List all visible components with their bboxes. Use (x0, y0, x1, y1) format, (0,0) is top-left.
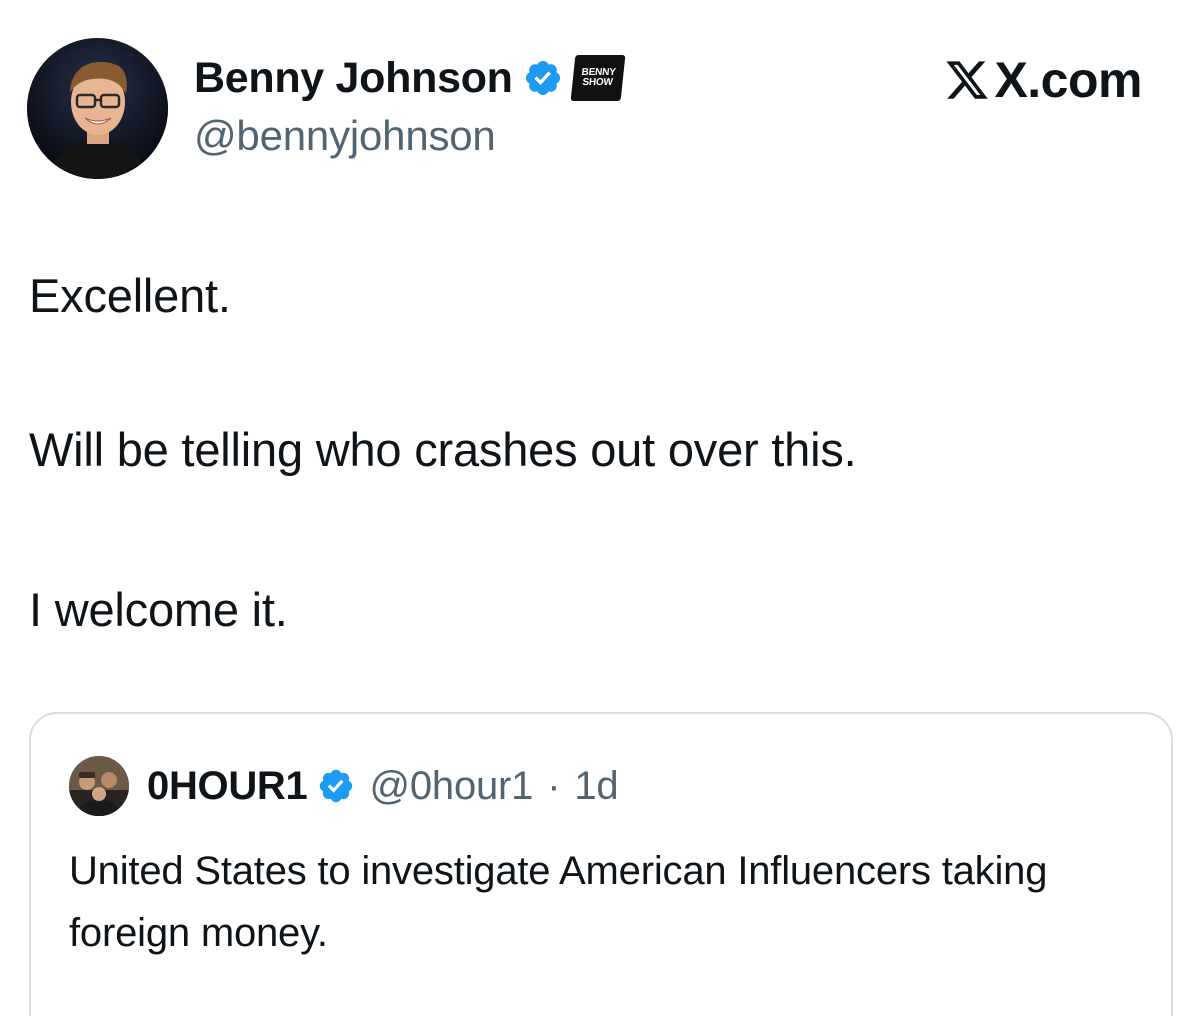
tweet-text-line-1: Excellent. (29, 269, 231, 322)
quoted-author-avatar[interactable] (69, 756, 129, 816)
quoted-author-name[interactable]: 0HOUR1 (147, 764, 308, 809)
quoted-tweet-card[interactable]: 0HOUR1 @0hour1 · 1d United States to inv… (29, 712, 1173, 1016)
quoted-tweet-header: 0HOUR1 @0hour1 · 1d (147, 760, 619, 812)
x-logo-icon (946, 61, 989, 99)
tweet-text-line-2: Will be telling who crashes out over thi… (29, 423, 857, 476)
affiliate-badge-line-2: SHOW (581, 77, 613, 88)
profile-photo-icon (27, 38, 168, 179)
author-name-row[interactable]: Benny Johnson BENNY SHOW (194, 52, 626, 104)
tweet-screenshot: Benny Johnson BENNY SHOW @bennyjohnson X… (0, 0, 1200, 1016)
brand-domain-text: X.com (994, 52, 1142, 108)
group-photo-icon (69, 756, 129, 816)
tweet-text-line-3: I welcome it. (29, 583, 288, 636)
brand-label: X.com (944, 50, 1142, 110)
author-handle[interactable]: @bennyjohnson (194, 112, 496, 160)
meta-separator: · (547, 763, 561, 808)
verified-badge-icon (525, 60, 560, 96)
quoted-tweet-age[interactable]: 1d (574, 764, 618, 809)
verified-badge-icon (320, 769, 353, 803)
quoted-tweet-text: United States to investigate American In… (69, 849, 1048, 955)
benny-show-affiliate-badge[interactable]: BENNY SHOW (570, 55, 626, 101)
author-avatar[interactable] (27, 38, 168, 179)
quoted-author-handle[interactable]: @0hour1 (369, 764, 533, 809)
author-display-name[interactable]: Benny Johnson (194, 54, 513, 103)
